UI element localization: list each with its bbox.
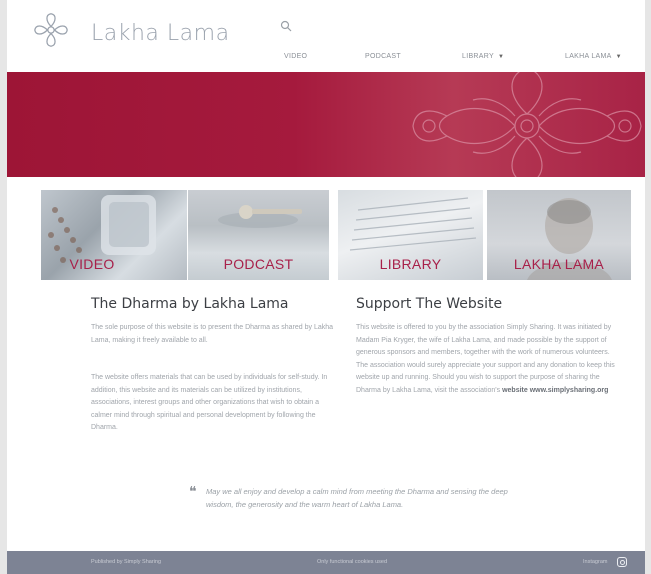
tile-label: LIBRARY (379, 256, 442, 272)
tile-label: VIDEO (69, 256, 115, 272)
search-icon[interactable] (280, 20, 292, 32)
footer-instagram-label[interactable]: Instagram (583, 559, 607, 565)
quote-text: May we all enjoy and develop a calm mind… (206, 487, 508, 509)
instagram-icon[interactable] (617, 557, 627, 567)
quote-icon: ❝ (189, 484, 197, 500)
footer-publisher: Published by Simply Sharing (91, 559, 162, 565)
website-link[interactable]: website (502, 387, 528, 394)
nav-library[interactable]: LIBRARY ▼ (462, 53, 504, 60)
tile-label: LAKHA LAMA (513, 256, 605, 272)
dharma-paragraph-2: The website offers materials that can be… (91, 374, 328, 431)
nav-video[interactable]: VIDEO (284, 53, 307, 60)
nav-lakha-lama[interactable]: LAKHA LAMA ▼ (565, 53, 622, 60)
nav-podcast[interactable]: PODCAST (365, 53, 401, 60)
tile-podcast[interactable]: PODCAST (188, 190, 329, 280)
hero-banner (7, 72, 645, 177)
tile-video[interactable]: VIDEO (41, 190, 187, 280)
support-paragraph: This website is offered to you by the as… (356, 324, 615, 394)
simplysharing-link[interactable]: www.simplysharing.org (530, 387, 609, 394)
footer: Published by Simply Sharing Only functio… (7, 551, 645, 574)
endless-knot-ornament-icon (412, 72, 642, 177)
header: Lakha Lama VIDEO PODCAST LIBRARY ▼ LAKHA … (7, 0, 645, 72)
chevron-down-icon: ▼ (615, 54, 622, 60)
dharma-heading: The Dharma by Lakha Lama (91, 296, 289, 312)
tile-label: PODCAST (223, 256, 294, 272)
tile-lakha-lama[interactable]: LAKHA LAMA (487, 190, 631, 280)
site-logo-text[interactable]: Lakha Lama (91, 21, 230, 46)
footer-cookie-notice: Only functional cookies used (317, 559, 388, 565)
chevron-down-icon: ▼ (497, 54, 505, 60)
page: Lakha Lama VIDEO PODCAST LIBRARY ▼ LAKHA … (7, 0, 645, 574)
tile-library[interactable]: LIBRARY (338, 190, 483, 280)
support-heading: Support The Website (356, 296, 503, 312)
dharma-paragraph-1: The sole purpose of this website is to p… (91, 324, 334, 344)
logo-emblem-icon[interactable] (33, 12, 69, 48)
